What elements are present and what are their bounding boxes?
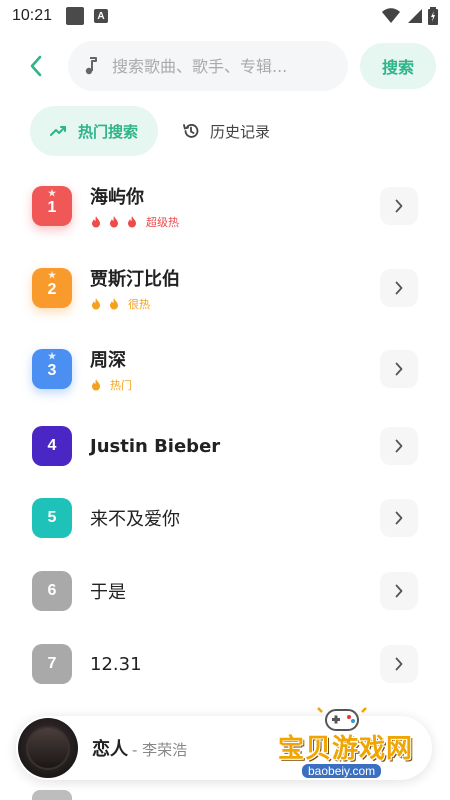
next-item-peek [32, 790, 72, 800]
battery-icon [428, 7, 438, 25]
watermark-logo: 宝贝游戏网 baobeiy.com [272, 704, 432, 790]
item-arrow-button[interactable] [380, 572, 418, 610]
item-title: Justin Bieber [90, 435, 221, 457]
now-playing-artist: - 李荣浩 [132, 741, 188, 759]
tab-history[interactable]: 历史记录 [176, 106, 276, 156]
tab-bar: 热门搜索 历史记录 [30, 106, 276, 156]
rank-badge: ★ 2 [32, 268, 72, 308]
item-title: 12.31 [90, 653, 142, 675]
star-icon: ★ [47, 351, 57, 361]
item-arrow-button[interactable] [380, 499, 418, 537]
search-box[interactable] [68, 41, 348, 91]
list-item[interactable]: 5 来不及爱你 [0, 488, 450, 548]
item-arrow-button[interactable] [380, 350, 418, 388]
status-bar: 10:21 A [0, 0, 450, 32]
notification-a-icon: A [94, 9, 109, 23]
rank-badge: 6 [32, 571, 72, 611]
item-arrow-button[interactable] [380, 427, 418, 465]
search-header: 搜索 [0, 36, 450, 96]
item-title: 于是 [90, 582, 126, 603]
status-time: 10:21 [12, 7, 53, 24]
search-button[interactable]: 搜索 [360, 43, 436, 89]
rank-badge: ★ 1 [32, 186, 72, 226]
list-item[interactable]: ★ 2 贾斯汀比伯 很热 [0, 258, 450, 318]
rank-badge: ★ 3 [32, 349, 72, 389]
list-item[interactable]: ★ 1 海屿你 超级热 [0, 176, 450, 236]
history-icon [182, 122, 200, 140]
item-title: 贾斯汀比伯 [90, 268, 180, 290]
list-item[interactable]: 6 于是 [0, 561, 450, 621]
notification-square-icon [66, 7, 85, 25]
album-art[interactable] [18, 718, 78, 778]
heat-label: 热门 [110, 378, 132, 392]
rank-badge: 5 [32, 498, 72, 538]
tab-label: 热门搜索 [78, 122, 139, 141]
rank-badge: 4 [32, 426, 72, 466]
list-item[interactable]: ★ 3 周深 热门 [0, 339, 450, 399]
now-playing-title: 恋人 [92, 739, 128, 760]
item-arrow-button[interactable] [380, 269, 418, 307]
chevron-right-icon [395, 439, 403, 453]
trending-icon [50, 125, 68, 137]
list-item[interactable]: 7 12.31 [0, 634, 450, 694]
flame-icon [92, 297, 100, 309]
list-item[interactable]: 4 Justin Bieber [0, 416, 450, 476]
rank-badge: 7 [32, 644, 72, 684]
chevron-right-icon [395, 281, 403, 295]
flame-icon [92, 215, 100, 227]
chevron-right-icon [395, 584, 403, 598]
music-note-icon [85, 57, 97, 75]
wifi-icon [382, 8, 400, 23]
item-arrow-button[interactable] [380, 187, 418, 225]
chevron-right-icon [395, 199, 403, 213]
flame-icon [128, 215, 136, 227]
flame-icon [92, 378, 100, 390]
chevron-right-icon [395, 362, 403, 376]
heat-label: 很热 [128, 297, 150, 311]
tab-hot-search[interactable]: 热门搜索 [30, 106, 159, 156]
item-title: 海屿你 [90, 186, 144, 208]
chevron-right-icon [395, 657, 403, 671]
search-input[interactable] [112, 56, 332, 76]
flame-icon [110, 215, 118, 227]
item-title: 周深 [90, 349, 126, 371]
flame-icon [110, 297, 118, 309]
star-icon: ★ [47, 188, 57, 198]
star-icon: ★ [47, 270, 57, 280]
signal-icon [408, 9, 422, 23]
item-arrow-button[interactable] [380, 645, 418, 683]
item-title: 来不及爱你 [90, 509, 180, 530]
back-button[interactable] [14, 44, 58, 88]
tab-label: 历史记录 [210, 122, 271, 141]
heat-label: 超级热 [146, 215, 179, 229]
chevron-left-icon [30, 55, 42, 77]
chevron-right-icon [395, 511, 403, 525]
